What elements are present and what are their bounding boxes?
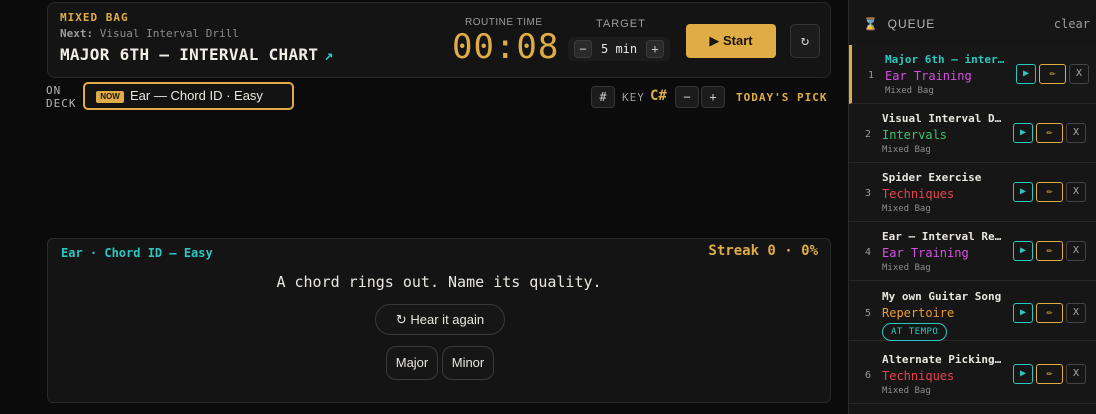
- queue-item[interactable]: 1 Major 6th — inter… Ear Training Mixed Bag…: [849, 45, 1096, 104]
- edit-icon[interactable]: ✏: [1036, 182, 1063, 202]
- remove-icon[interactable]: X: [1069, 64, 1089, 84]
- hear-again-button[interactable]: ↻ Hear it again: [375, 304, 505, 335]
- queue-item-title: Spider Exercise: [882, 171, 982, 184]
- queue-item-category: Ear Training: [885, 69, 972, 83]
- queue-item[interactable]: 2 Visual Interval D… Intervals Mixed Bag ▶ ✏ X: [849, 104, 1096, 163]
- target-value: 5 min: [601, 42, 638, 56]
- remove-icon[interactable]: X: [1066, 182, 1086, 202]
- play-icon[interactable]: ▶: [1013, 303, 1033, 323]
- on-deck-label-line2: DECK: [46, 97, 77, 110]
- queue-item-category: Techniques: [882, 369, 955, 383]
- queue-item-category: Techniques: [882, 187, 955, 201]
- edit-icon[interactable]: ✏: [1036, 364, 1063, 384]
- answer-major-button[interactable]: Major: [386, 346, 438, 380]
- key-value: C#: [650, 88, 667, 104]
- target-label: TARGET: [596, 18, 646, 30]
- target-decrease-button[interactable]: −: [574, 40, 592, 58]
- reset-icon[interactable]: ↻: [790, 24, 820, 58]
- todays-pick-link[interactable]: TODAY'S PICK: [736, 91, 827, 104]
- routine-name: MIXED BAG: [60, 11, 129, 24]
- play-icon[interactable]: ▶: [1013, 241, 1033, 261]
- queue-item[interactable]: 4 Ear — Interval Re… Ear Training Mixed Bag…: [849, 222, 1096, 281]
- queue-item-title: My own Guitar Song: [882, 290, 1002, 303]
- queue-item-number: 5: [865, 308, 872, 319]
- edit-icon[interactable]: ✏: [1039, 64, 1066, 84]
- queue-item-routine: Mixed Bag: [882, 204, 931, 214]
- exercise-heading: Ear · Chord ID — Easy: [61, 246, 213, 260]
- queue-item-routine: Mixed Bag: [882, 263, 931, 273]
- play-icon[interactable]: ▶: [1016, 64, 1036, 84]
- play-icon[interactable]: ▶: [1013, 364, 1033, 384]
- queue-item[interactable]: 6 Alternate Picking… Techniques Mixed Bag ▶ ✏…: [849, 345, 1096, 404]
- queue-item-number: 3: [865, 188, 872, 199]
- on-deck-label: ON DECK: [46, 84, 77, 110]
- queue-item-routine: Mixed Bag: [885, 86, 934, 96]
- queue-item-title: Major 6th — inter…: [885, 53, 1005, 66]
- queue-item-number: 2: [865, 129, 872, 140]
- queue-item-title: Ear — Interval Re…: [882, 230, 1002, 243]
- queue-item-title: Visual Interval D…: [882, 112, 1002, 125]
- streak-counter: Streak 0 · 0%: [708, 243, 818, 259]
- on-deck-text: Ear — Chord ID · Easy: [130, 88, 263, 103]
- answer-minor-button[interactable]: Minor: [442, 346, 494, 380]
- next-label: Next:: [60, 27, 94, 40]
- queue-item[interactable]: 5 My own Guitar Song Repertoire AT TEMPO ▶ ✏ X: [849, 282, 1096, 341]
- remove-icon[interactable]: X: [1066, 241, 1086, 261]
- queue-item[interactable]: 3 Spider Exercise Techniques Mixed Bag ▶ ✏ X: [849, 163, 1096, 222]
- now-badge: NOW: [96, 91, 124, 103]
- trend-arrow-icon: ↗: [324, 46, 334, 64]
- remove-icon[interactable]: X: [1066, 123, 1086, 143]
- edit-icon[interactable]: ✏: [1036, 241, 1063, 261]
- remove-icon[interactable]: X: [1066, 303, 1086, 323]
- queue-item-category: Intervals: [882, 128, 948, 142]
- queue-item-routine: Mixed Bag: [882, 386, 931, 396]
- on-deck-label-line1: ON: [46, 84, 62, 97]
- edit-icon[interactable]: ✏: [1036, 123, 1063, 143]
- key-label: KEY: [622, 91, 645, 104]
- play-icon[interactable]: ▶: [1013, 123, 1033, 143]
- target-stepper: − 5 min +: [568, 37, 670, 61]
- next-up: Next: Visual Interval Drill: [60, 27, 239, 40]
- clear-queue-button[interactable]: clear: [1054, 17, 1090, 31]
- queue-item-number: 4: [865, 247, 872, 258]
- key-down-button[interactable]: −: [675, 86, 699, 108]
- target-increase-button[interactable]: +: [646, 40, 664, 58]
- exercise-title-text: MAJOR 6TH — INTERVAL CHART: [60, 45, 319, 64]
- queue-item-tag: AT TEMPO: [882, 323, 948, 341]
- now-playing-header: MIXED BAG Next: Visual Interval Drill MA…: [47, 2, 831, 78]
- start-button[interactable]: ▶ Start: [686, 24, 776, 58]
- queue-item-number: 1: [868, 70, 875, 81]
- remove-icon[interactable]: X: [1066, 364, 1086, 384]
- key-up-button[interactable]: +: [701, 86, 725, 108]
- current-exercise-title: MAJOR 6TH — INTERVAL CHART ↗: [60, 45, 334, 64]
- queue-sidebar: ⌛ QUEUE clear 1 Major 6th — inter… Ear Tra…: [848, 0, 1096, 414]
- exercise-prompt: A chord rings out. Name its quality.: [276, 273, 602, 291]
- exercise-card: Ear · Chord ID — Easy Streak 0 · 0% A ch…: [47, 238, 831, 403]
- queue-item-title: Alternate Picking…: [882, 353, 1002, 366]
- play-icon[interactable]: ▶: [1013, 182, 1033, 202]
- queue-title: QUEUE: [887, 17, 936, 31]
- edit-icon[interactable]: ✏: [1036, 303, 1063, 323]
- queue-item-category: Repertoire: [882, 306, 955, 320]
- queue-item-category: Ear Training: [882, 246, 969, 260]
- queue-item-routine: Mixed Bag: [882, 145, 931, 155]
- sharp-toggle-button[interactable]: #: [591, 86, 615, 108]
- queue-header: ⌛ QUEUE: [863, 17, 935, 31]
- next-value: Visual Interval Drill: [99, 27, 239, 40]
- queue-item-number: 6: [865, 370, 872, 381]
- hourglass-icon: ⌛: [863, 17, 879, 31]
- on-deck-pill[interactable]: NOW Ear — Chord ID · Easy: [83, 82, 294, 110]
- routine-time-value: 00:08: [452, 27, 560, 67]
